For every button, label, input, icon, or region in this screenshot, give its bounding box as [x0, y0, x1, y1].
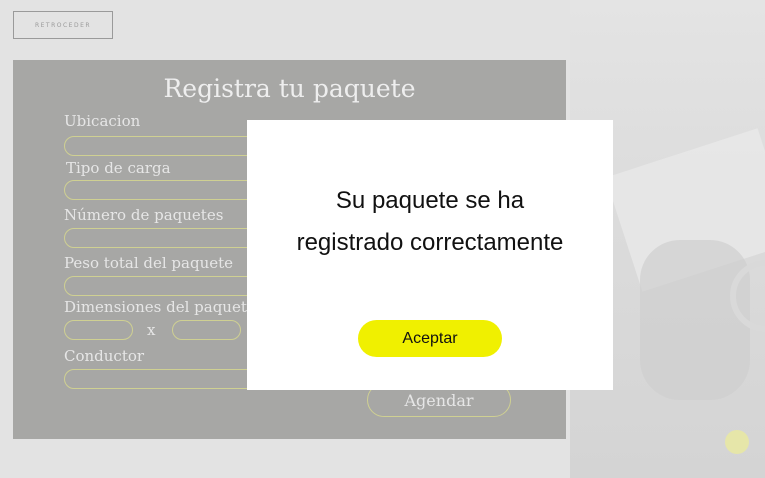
driver-label: Conductor — [64, 347, 145, 365]
back-button[interactable]: RETROCEDER — [13, 11, 113, 39]
package-count-label: Número de paquetes — [64, 206, 224, 224]
dimension-height-input[interactable] — [172, 320, 241, 340]
success-message-line1: Su paquete se ha — [335, 187, 525, 214]
location-label: Ubicacion — [64, 112, 141, 130]
success-dialog: Su paquete se ha registrado correctament… — [247, 120, 613, 390]
floating-action-dot[interactable] — [725, 430, 749, 454]
success-message-line2: registrado correctamente — [296, 229, 564, 256]
success-message: Su paquete se ha registrado correctament… — [247, 180, 613, 264]
total-weight-label: Peso total del paquete — [64, 254, 234, 272]
dimension-separator: x — [147, 321, 156, 339]
dimensions-label: Dimensiones del paquete — [64, 298, 256, 316]
dimension-width-input[interactable] — [64, 320, 133, 340]
accept-button[interactable]: Aceptar — [358, 320, 502, 357]
background-hand-shape — [640, 240, 750, 400]
cargo-type-label: Tipo de carga — [66, 159, 171, 177]
form-title: Registra tu paquete — [163, 74, 416, 103]
